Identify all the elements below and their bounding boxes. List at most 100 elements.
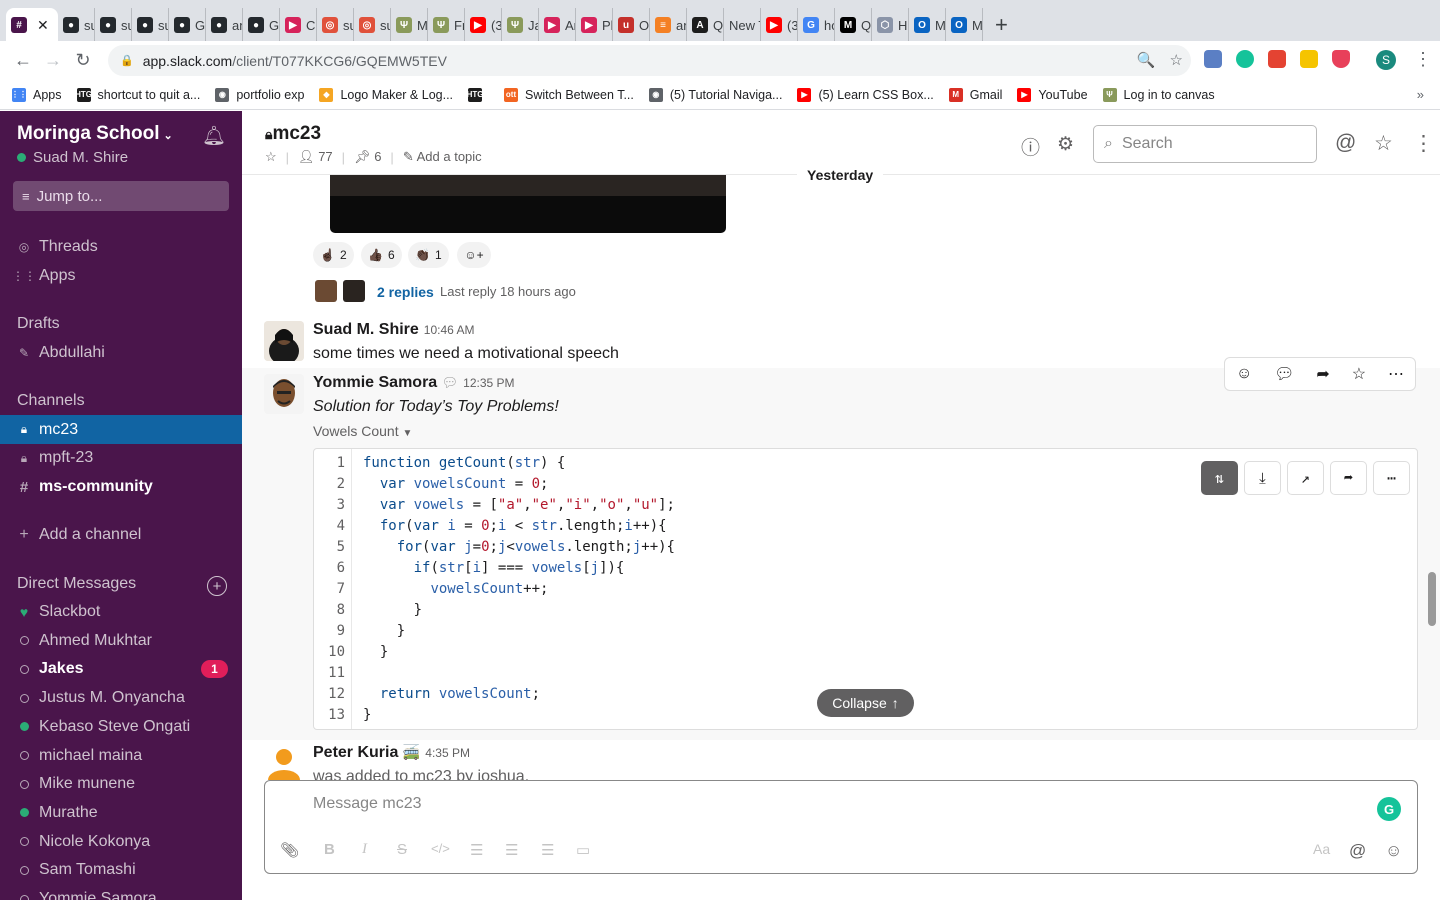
browser-tab[interactable]: M Qu <box>835 8 872 42</box>
sidebar-item-dm[interactable]: Nicole Kokonya <box>0 828 242 856</box>
sidebar-item-draft[interactable]: ✎ Abdullahi <box>0 339 242 367</box>
browser-tab[interactable]: u Or <box>613 8 650 42</box>
strikethrough-icon[interactable]: S <box>397 841 407 858</box>
snippet-title[interactable]: Vowels Count ▼ <box>313 423 412 439</box>
browser-tab[interactable]: OM <box>909 8 946 42</box>
bookmark-item[interactable]: Ψ Log in to canvas <box>1102 87 1215 102</box>
profile-avatar[interactable]: S <box>1376 50 1396 70</box>
bookmark-item[interactable]: ott Switch Between T... <box>504 87 634 102</box>
sidebar-item-dm[interactable]: Ahmed Mukhtar <box>0 627 242 655</box>
notifications-bell-icon[interactable]: 🔔︎ <box>202 124 226 148</box>
message-author[interactable]: Yommie Samora 💬︎ 12:35 PM <box>313 374 515 392</box>
sidebar-item-dm[interactable]: Mike munene <box>0 770 242 798</box>
avatar[interactable] <box>315 280 337 302</box>
bulleted-list-icon[interactable]: ☰ <box>505 841 518 859</box>
ordered-list-icon[interactable]: ☰ <box>470 841 483 859</box>
sidebar-item-dm[interactable]: ♥ Slackbot <box>0 598 242 626</box>
browser-tab[interactable]: ● su <box>58 8 95 42</box>
browser-tab[interactable]: ▶ Ar <box>539 8 576 42</box>
zoom-icon[interactable]: 🔍 <box>1137 51 1156 69</box>
add-channel-button[interactable]: + Add a channel <box>0 521 242 549</box>
extension-icon[interactable] <box>1204 50 1222 68</box>
bold-icon[interactable]: B <box>324 841 335 858</box>
browser-tab[interactable]: Ψ Ja <box>502 8 539 42</box>
avatar[interactable] <box>264 744 304 780</box>
browser-tab[interactable]: ▶ (3 <box>761 8 798 42</box>
back-icon[interactable]: ← <box>8 50 38 71</box>
emoji-icon[interactable]: ☺ <box>1385 841 1402 861</box>
avatar[interactable] <box>264 374 304 414</box>
attachment-paperclip-icon[interactable]: 📎︎ <box>280 841 299 859</box>
reaction-pill[interactable]: 👍🏿 6 <box>361 242 402 268</box>
add-dm-icon[interactable]: + <box>207 576 227 596</box>
avatar[interactable] <box>343 280 365 302</box>
wrap-lines-icon[interactable]: ⇅ <box>1201 461 1238 495</box>
browser-tab[interactable]: ● su <box>132 8 169 42</box>
scrollbar-thumb[interactable] <box>1428 572 1436 626</box>
bookmark-item[interactable]: ◉ (5) Tutorial Naviga... <box>648 87 782 102</box>
browser-tab[interactable]: ● su <box>95 8 132 42</box>
direct-messages-heading[interactable]: Direct Messages <box>17 575 136 593</box>
sidebar-item-mc23[interactable]: 🔒︎ mc23 <box>0 415 242 444</box>
sidebar-item-ms-community[interactable]: # ms-community <box>0 473 242 501</box>
bookmark-item[interactable]: M Gmail <box>948 87 1002 102</box>
current-user[interactable]: Suad M. Shire <box>17 149 128 166</box>
sidebar-item-dm[interactable]: Murathe <box>0 799 242 827</box>
save-star-icon[interactable]: ☆ <box>1352 364 1366 384</box>
extension-icon[interactable] <box>1300 50 1318 68</box>
italic-icon[interactable]: I <box>362 841 367 858</box>
reply-in-thread-icon[interactable]: 💬︎ <box>1274 364 1294 384</box>
download-icon[interactable]: ⤓ <box>1244 461 1281 495</box>
add-topic-link[interactable]: ✎ Add a topic <box>403 149 482 165</box>
browser-tab[interactable]: ⬡ Hi <box>872 8 909 42</box>
jump-to-button[interactable]: ≡ Jump to... <box>13 181 229 211</box>
sidebar-item-dm[interactable]: Sam Tomashi <box>0 856 242 884</box>
collapse-button[interactable]: Collapse ↑ <box>817 689 914 717</box>
reaction-pill[interactable]: 👏🏿 1 <box>408 242 449 268</box>
member-count[interactable]: 👤︎ 77 <box>298 149 333 165</box>
share-message-icon[interactable]: ➦ <box>1316 364 1329 384</box>
browser-tab[interactable]: # ✕ <box>6 8 58 42</box>
channel-details-icon[interactable]: ⓘ <box>1021 133 1040 160</box>
sidebar-item-dm[interactable]: Yommie Samora <box>0 885 242 900</box>
more-actions-icon[interactable]: ⋯ <box>1388 364 1404 384</box>
close-tab-icon[interactable]: ✕ <box>37 17 49 34</box>
bookmark-item[interactable]: ▶ (5) Learn CSS Box... <box>797 87 934 102</box>
browser-tab[interactable]: A Qu <box>687 8 724 42</box>
grammarly-extension-icon[interactable] <box>1236 50 1254 68</box>
browser-tab[interactable]: ● Gi <box>243 8 280 42</box>
forward-icon[interactable]: → <box>38 50 68 71</box>
code-icon[interactable]: </> <box>431 841 450 856</box>
search-input[interactable]: ⌕ Search <box>1093 125 1317 163</box>
browser-tab[interactable]: ● an <box>206 8 243 42</box>
pinned-count[interactable]: 📌︎ 6 <box>354 149 381 165</box>
open-external-icon[interactable]: ↗ <box>1287 461 1324 495</box>
browser-tab[interactable]: ΨM <box>391 8 428 42</box>
share-icon[interactable]: ➦ <box>1330 461 1367 495</box>
channel-title[interactable]: 🔒︎mc23 <box>265 123 321 145</box>
sidebar-item-dm[interactable]: Kebaso Steve Ongati <box>0 713 242 741</box>
browser-menu-icon[interactable]: ⋮ <box>1414 49 1432 70</box>
more-options-icon[interactable]: ⋮ <box>1413 131 1434 156</box>
sidebar-item-mpft-23[interactable]: 🔒︎ mpft-23 <box>0 444 242 472</box>
bookmark-item[interactable]: ▶ YouTube <box>1017 87 1088 102</box>
bookmarks-overflow-icon[interactable]: » <box>1417 87 1424 102</box>
code-block-icon[interactable]: ▭ <box>576 841 590 859</box>
message-timestamp[interactable]: 4:35 PM <box>425 746 470 760</box>
bookmark-item[interactable]: ◉ portfolio exp <box>215 87 304 102</box>
browser-tab[interactable]: Gho <box>798 8 835 42</box>
more-actions-icon[interactable]: ⋯ <box>1373 461 1410 495</box>
grammarly-icon[interactable]: G <box>1377 797 1401 821</box>
browser-tab[interactable]: ◎ su <box>317 8 354 42</box>
add-reaction-icon[interactable]: ☺+ <box>457 242 491 268</box>
mentions-icon[interactable]: @ <box>1335 131 1356 155</box>
browser-tab[interactable]: ▶ (3 <box>465 8 502 42</box>
browser-tab[interactable]: ▶ Pl <box>576 8 613 42</box>
formatting-toggle-icon[interactable]: Aa <box>1313 841 1330 857</box>
sidebar-item-dm[interactable]: Justus M. Onyancha <box>0 684 242 712</box>
add-reaction-icon[interactable]: ☺ <box>1236 365 1252 383</box>
browser-tab[interactable]: ● Gi <box>169 8 206 42</box>
browser-tab[interactable]: New T <box>724 8 761 42</box>
message-author[interactable]: Suad M. Shire 10:46 AM <box>313 321 475 339</box>
bookmark-item[interactable]: ◆ Logo Maker & Log... <box>319 87 453 102</box>
